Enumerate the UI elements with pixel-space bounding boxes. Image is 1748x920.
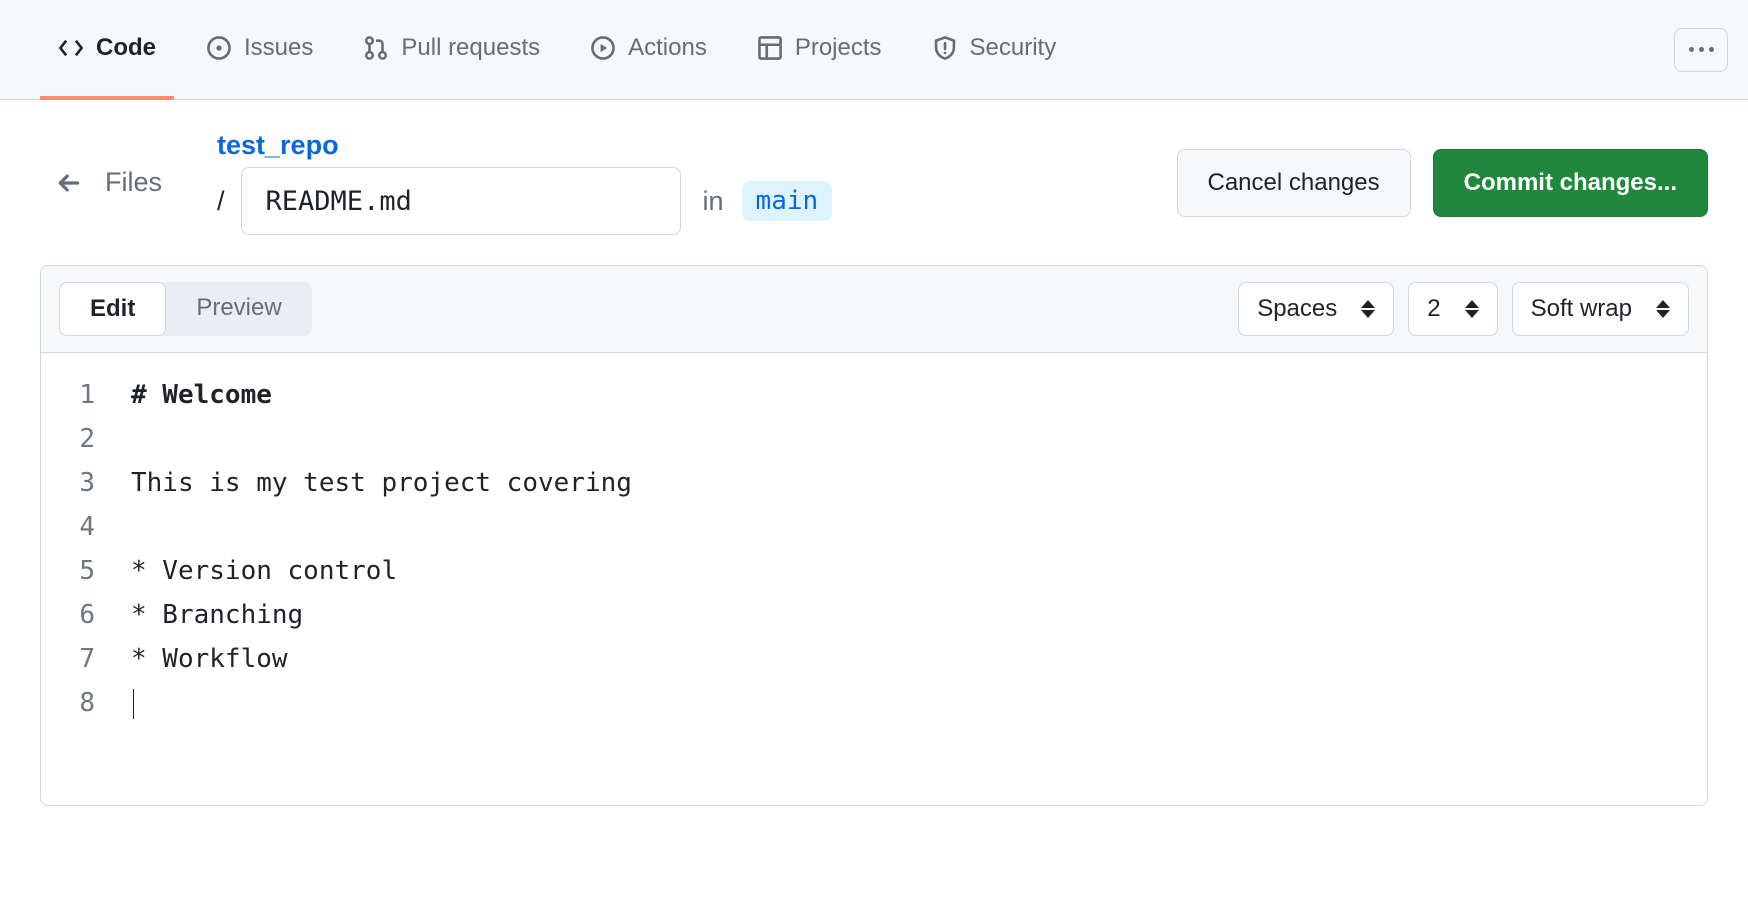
chevron-sort-icon (1361, 300, 1375, 318)
git-pr-icon (363, 35, 389, 61)
tab-label: Security (970, 34, 1057, 62)
repo-link[interactable]: test_repo (217, 130, 832, 161)
select-value: 2 (1427, 295, 1440, 323)
path-slash: / (217, 186, 225, 217)
filename-input[interactable] (241, 167, 681, 235)
code-line: 3This is my test project covering (41, 461, 1707, 505)
select-value: Soft wrap (1531, 295, 1632, 323)
line-content[interactable] (131, 681, 1707, 725)
line-number: 1 (41, 373, 131, 417)
edit-tab[interactable]: Edit (59, 282, 166, 336)
line-content[interactable]: * Workflow (131, 637, 1707, 681)
files-label: Files (105, 167, 162, 198)
tab-actions[interactable]: Actions (572, 0, 725, 100)
branch-pill[interactable]: main (742, 181, 833, 221)
play-circle-icon (590, 35, 616, 61)
code-line: 6* Branching (41, 593, 1707, 637)
tab-label: Pull requests (401, 34, 540, 62)
code-line: 7* Workflow (41, 637, 1707, 681)
line-number: 5 (41, 549, 131, 593)
preview-tab[interactable]: Preview (166, 282, 311, 336)
in-label: in (703, 186, 724, 217)
cancel-button[interactable]: Cancel changes (1177, 149, 1411, 217)
line-content[interactable]: # Welcome (131, 373, 1707, 417)
code-line: 2 (41, 417, 1707, 461)
code-line: 1# Welcome (41, 373, 1707, 417)
path-column: test_repo / in main (217, 130, 832, 235)
repo-nav-tabs: Code Issues Pull requests Actions Projec… (40, 0, 1674, 100)
chevron-sort-icon (1465, 300, 1479, 318)
code-area[interactable]: 1# Welcome23This is my test project cove… (41, 353, 1707, 805)
tab-issues[interactable]: Issues (188, 0, 331, 100)
code-line: 8 (41, 681, 1707, 725)
tab-security[interactable]: Security (914, 0, 1075, 100)
shield-icon (932, 35, 958, 61)
editor-toolbar: Edit Preview Spaces 2 Soft wrap (41, 266, 1707, 353)
table-icon (757, 35, 783, 61)
tab-label: Code (96, 34, 156, 62)
tab-pull-requests[interactable]: Pull requests (345, 0, 558, 100)
file-header: Files test_repo / in main Cancel changes… (0, 100, 1748, 265)
line-content[interactable]: This is my test project covering (131, 461, 1707, 505)
code-icon (58, 35, 84, 61)
line-number: 3 (41, 461, 131, 505)
kebab-icon (1689, 47, 1714, 52)
line-number: 4 (41, 505, 131, 549)
line-number: 6 (41, 593, 131, 637)
editor: Edit Preview Spaces 2 Soft wrap 1# Welco… (40, 265, 1708, 806)
line-number: 8 (41, 681, 131, 725)
editor-mode-tabs: Edit Preview (59, 282, 312, 336)
back-arrow-icon[interactable] (55, 169, 83, 197)
tab-label: Issues (244, 34, 313, 62)
nav-more-button[interactable] (1674, 28, 1728, 72)
indent-mode-select[interactable]: Spaces (1238, 282, 1394, 336)
path-row: / in main (217, 167, 832, 235)
line-number: 2 (41, 417, 131, 461)
tab-label: Actions (628, 34, 707, 62)
line-content[interactable] (131, 505, 1707, 549)
text-cursor (133, 689, 134, 719)
tab-code[interactable]: Code (40, 0, 174, 100)
tab-projects[interactable]: Projects (739, 0, 900, 100)
wrap-mode-select[interactable]: Soft wrap (1512, 282, 1689, 336)
header-actions: Cancel changes Commit changes... (1177, 149, 1709, 217)
indent-size-select[interactable]: 2 (1408, 282, 1497, 336)
line-number: 7 (41, 637, 131, 681)
repo-nav: Code Issues Pull requests Actions Projec… (0, 0, 1748, 100)
line-content[interactable]: * Branching (131, 593, 1707, 637)
line-content[interactable] (131, 417, 1707, 461)
select-value: Spaces (1257, 295, 1337, 323)
commit-button[interactable]: Commit changes... (1433, 149, 1708, 217)
code-line: 4 (41, 505, 1707, 549)
line-content[interactable]: * Version control (131, 549, 1707, 593)
chevron-sort-icon (1656, 300, 1670, 318)
tab-label: Projects (795, 34, 882, 62)
issue-icon (206, 35, 232, 61)
code-line: 5* Version control (41, 549, 1707, 593)
